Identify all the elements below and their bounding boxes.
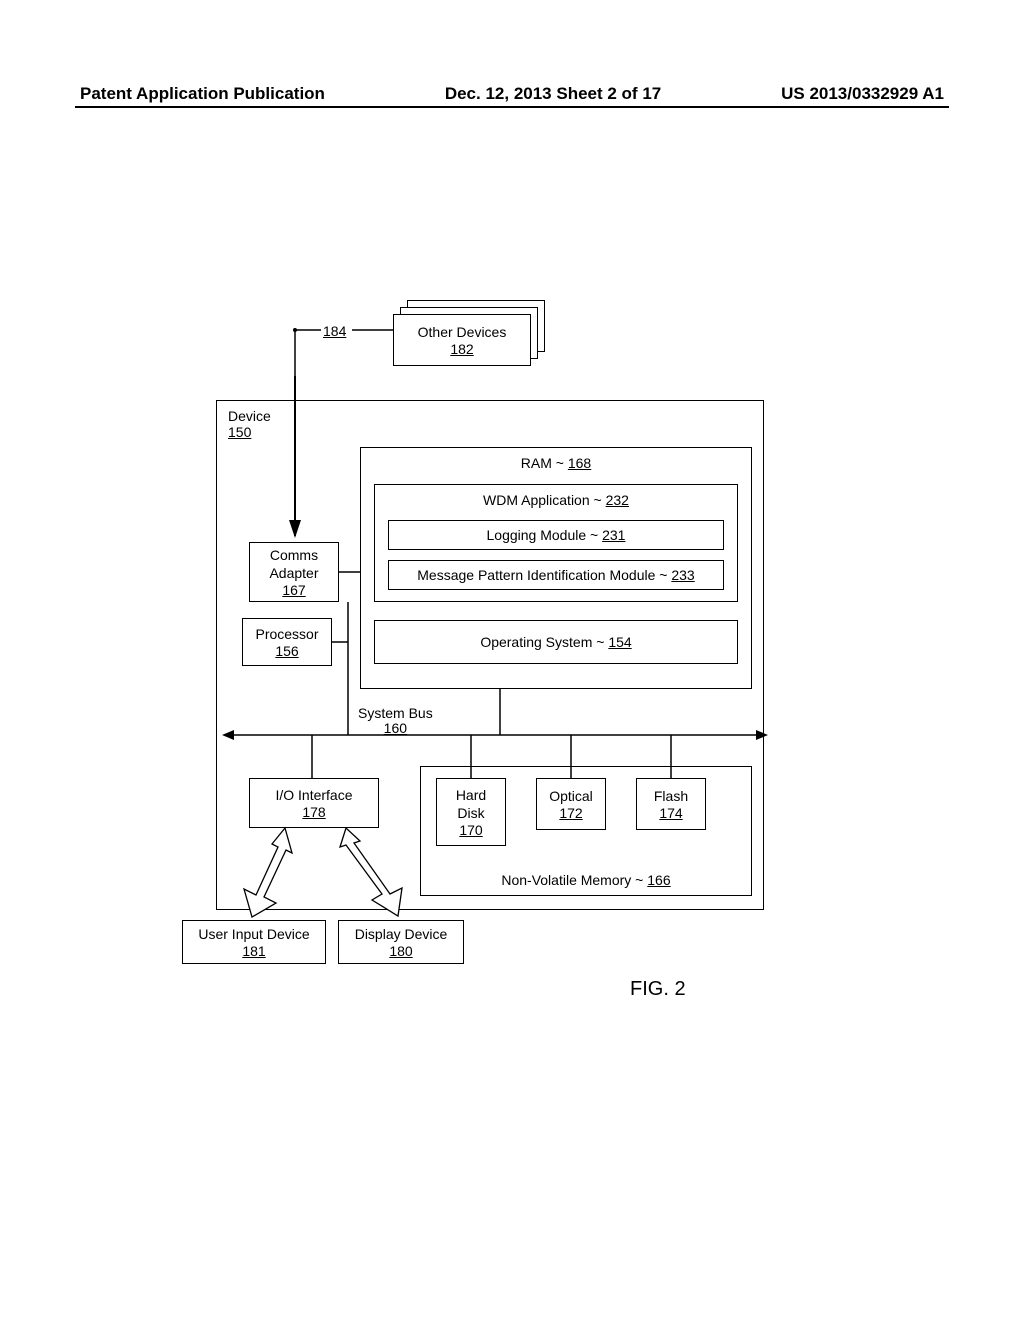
diagram-area: Other Devices 182 184 Device 150 Comms A… [0,0,1024,1320]
connectors-svg [0,0,1024,1320]
